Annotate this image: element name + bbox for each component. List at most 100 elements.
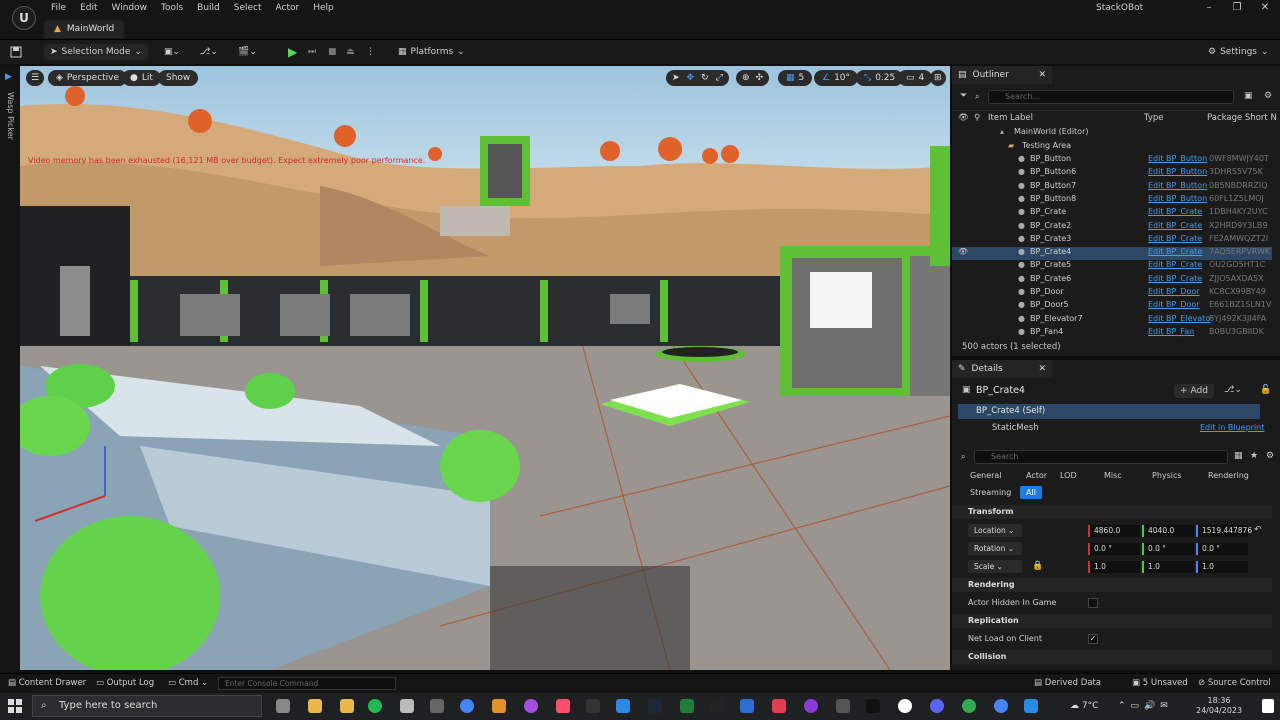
add-component-button[interactable]: + Add	[1174, 384, 1214, 398]
more-options-icon[interactable]: ⋮	[366, 44, 375, 60]
filter-physics[interactable]: Physics	[1146, 469, 1188, 482]
component-self[interactable]: BP_Crate4 (Self)	[958, 404, 1260, 419]
derived-data-button[interactable]: ▤ Derived Data	[1034, 678, 1101, 688]
maximize-icon[interactable]: ❐	[1226, 2, 1248, 14]
outliner-row[interactable]: ● BP_Crate4 Edit BP_Crate 7AQ5ERPVRWK 👁	[952, 247, 1272, 261]
app-icon[interactable]	[740, 699, 754, 713]
app-icon[interactable]	[556, 699, 570, 713]
app-icon[interactable]	[962, 699, 976, 713]
actor-type-link[interactable]: Edit BP_Fan	[1148, 327, 1194, 336]
actor-type-link[interactable]: Edit BP_Crate	[1148, 207, 1202, 216]
lit-button[interactable]: ● Lit	[122, 70, 161, 86]
scale-snap-button[interactable]: ⤡ 0.25	[856, 70, 904, 86]
menu-edit[interactable]: Edit	[73, 2, 104, 14]
windows-start-icon[interactable]	[8, 699, 22, 713]
audio-app-icon[interactable]	[400, 699, 414, 713]
chrome-icon[interactable]	[994, 699, 1008, 713]
surface-snap-icon[interactable]: ✣	[756, 73, 764, 83]
level-tab[interactable]: ▲ MainWorld	[44, 20, 125, 38]
actor-hidden-checkbox[interactable]	[1088, 598, 1098, 608]
close-tab-icon[interactable]: ✕	[1038, 70, 1046, 80]
rotate-tool-icon[interactable]: ↻	[701, 73, 709, 83]
net-load-checkbox[interactable]: ✓	[1088, 634, 1098, 644]
camera-speed-button[interactable]: ▭ 4	[898, 70, 933, 86]
outliner-row[interactable]: ● BP_Button Edit BP_Button 0WF8MWJY40T	[952, 154, 1272, 167]
visibility-icon[interactable]: 👁	[958, 247, 968, 256]
settings-icon[interactable]: ⚙	[1266, 451, 1274, 461]
source-control-button[interactable]: ⊘ Source Control	[1198, 678, 1270, 688]
app-icon[interactable]	[804, 699, 818, 713]
menu-build[interactable]: Build	[190, 2, 227, 14]
settings-button[interactable]: ⚙ Settings ⌄	[1208, 44, 1269, 60]
location-y[interactable]: 4040.0	[1142, 525, 1194, 537]
actor-type-link[interactable]: Edit BP_Door	[1148, 287, 1200, 296]
folder-row[interactable]: ▰ Testing Area	[952, 141, 1272, 154]
actor-type-link[interactable]: Edit BP_Crate	[1148, 234, 1202, 243]
location-z[interactable]: 1519.447876	[1196, 525, 1252, 537]
location-x[interactable]: 4860.0	[1088, 525, 1140, 537]
rotation-y[interactable]: 0.0 °	[1142, 543, 1194, 555]
step-icon[interactable]: ⏭	[308, 44, 316, 60]
star-icon[interactable]: ★	[1250, 451, 1258, 461]
taskbar-search-input[interactable]: ⌕ Type here to search	[32, 695, 262, 717]
location-dropdown[interactable]: Location ⌄	[968, 524, 1022, 537]
maximize-viewport-button[interactable]: ⊞	[930, 70, 946, 86]
epic-games-icon[interactable]	[866, 699, 880, 713]
lock-scale-icon[interactable]: 🔒	[1032, 561, 1043, 571]
discord-icon[interactable]	[930, 699, 944, 713]
app-icon[interactable]	[836, 699, 850, 713]
menu-help[interactable]: Help	[306, 2, 341, 14]
filter-actor[interactable]: Actor	[1020, 469, 1053, 482]
excel-icon[interactable]	[680, 699, 694, 713]
filter-rendering[interactable]: Rendering	[1202, 469, 1255, 482]
scale-z[interactable]: 1.0	[1196, 561, 1248, 573]
outliner-tab[interactable]: ▤ Outliner ✕	[952, 66, 1052, 84]
actor-type-link[interactable]: Edit BP_Button	[1148, 181, 1207, 190]
side-tab-label[interactable]: Wasp Picker	[6, 92, 15, 140]
grid-snap-button[interactable]: ▦ 5	[778, 70, 813, 86]
viewport-menu-button[interactable]: ☰	[26, 70, 45, 86]
replication-section[interactable]: Replication	[952, 614, 1272, 628]
app-icon[interactable]	[710, 699, 724, 713]
scale-y[interactable]: 1.0	[1142, 561, 1194, 573]
actor-type-link[interactable]: Edit BP_Button	[1148, 194, 1207, 203]
actor-type-link[interactable]: Edit BP_Crate	[1148, 260, 1202, 269]
selection-mode-button[interactable]: ➤ Selection Mode ⌄	[44, 44, 148, 60]
filter-lod[interactable]: LOD	[1054, 469, 1083, 482]
menu-actor[interactable]: Actor	[269, 2, 307, 14]
minimize-icon[interactable]: –	[1198, 2, 1220, 14]
outliner-row[interactable]: ● BP_Button7 Edit BP_Button 0B5NBDRRZIQ	[952, 181, 1272, 194]
outliner-row[interactable]: ● BP_Door5 Edit BP_Door E661BZ1SLN1V	[952, 300, 1272, 313]
app-icon[interactable]	[772, 699, 786, 713]
blender-icon[interactable]	[492, 699, 506, 713]
taskbar-clock[interactable]: 18:36 24/04/2023	[1196, 696, 1242, 716]
close-tab-icon[interactable]: ✕	[1038, 364, 1046, 374]
lock-icon[interactable]: 🔓	[1260, 385, 1271, 395]
blueprint-options-icon[interactable]: ⎇⌄	[1224, 385, 1242, 395]
play-icon[interactable]: ▶	[288, 44, 297, 60]
spotify-icon[interactable]	[368, 699, 382, 713]
outliner-row[interactable]: ● BP_Crate3 Edit BP_Crate FE2AMWQZT2I	[952, 234, 1272, 247]
unreal-editor-icon[interactable]	[898, 699, 912, 713]
actor-type-link[interactable]: Edit BP_Button	[1148, 154, 1207, 163]
scale-dropdown[interactable]: Scale ⌄	[968, 560, 1022, 573]
outliner-row[interactable]: ● BP_Crate5 Edit BP_Crate OU2GD5HT1C	[952, 260, 1272, 273]
menu-tools[interactable]: Tools	[154, 2, 190, 14]
filter-streaming[interactable]: Streaming	[964, 486, 1017, 499]
outliner-row[interactable]: ● BP_Elevator7 Edit BP_Elevato 8YJ492K3JI4F…	[952, 314, 1272, 327]
tree-root[interactable]: ▴ MainWorld (Editor)	[952, 127, 1272, 140]
blueprint-icon[interactable]: ⎇⌄	[200, 44, 218, 60]
app-icon[interactable]	[430, 699, 444, 713]
place-actors-icon[interactable]: ▶	[5, 72, 12, 82]
outliner-row[interactable]: ● BP_Button8 Edit BP_Button 60FL1Z5LMOJ	[952, 194, 1272, 207]
translate-tool-icon[interactable]: ✥	[687, 73, 695, 83]
table-view-icon[interactable]: ▦	[1234, 451, 1243, 461]
package-header[interactable]: Package Short N	[1207, 113, 1277, 123]
edit-in-blueprint-link[interactable]: Edit in Blueprint	[1200, 423, 1264, 432]
unreal-logo-icon[interactable]: U	[12, 6, 36, 30]
filter-general[interactable]: General	[964, 469, 1008, 482]
actor-type-link[interactable]: Edit BP_Button	[1148, 167, 1207, 176]
notifications-icon[interactable]	[1262, 699, 1274, 713]
add-actor-icon[interactable]: ▣⌄	[164, 44, 180, 60]
chrome-icon[interactable]	[460, 699, 474, 713]
